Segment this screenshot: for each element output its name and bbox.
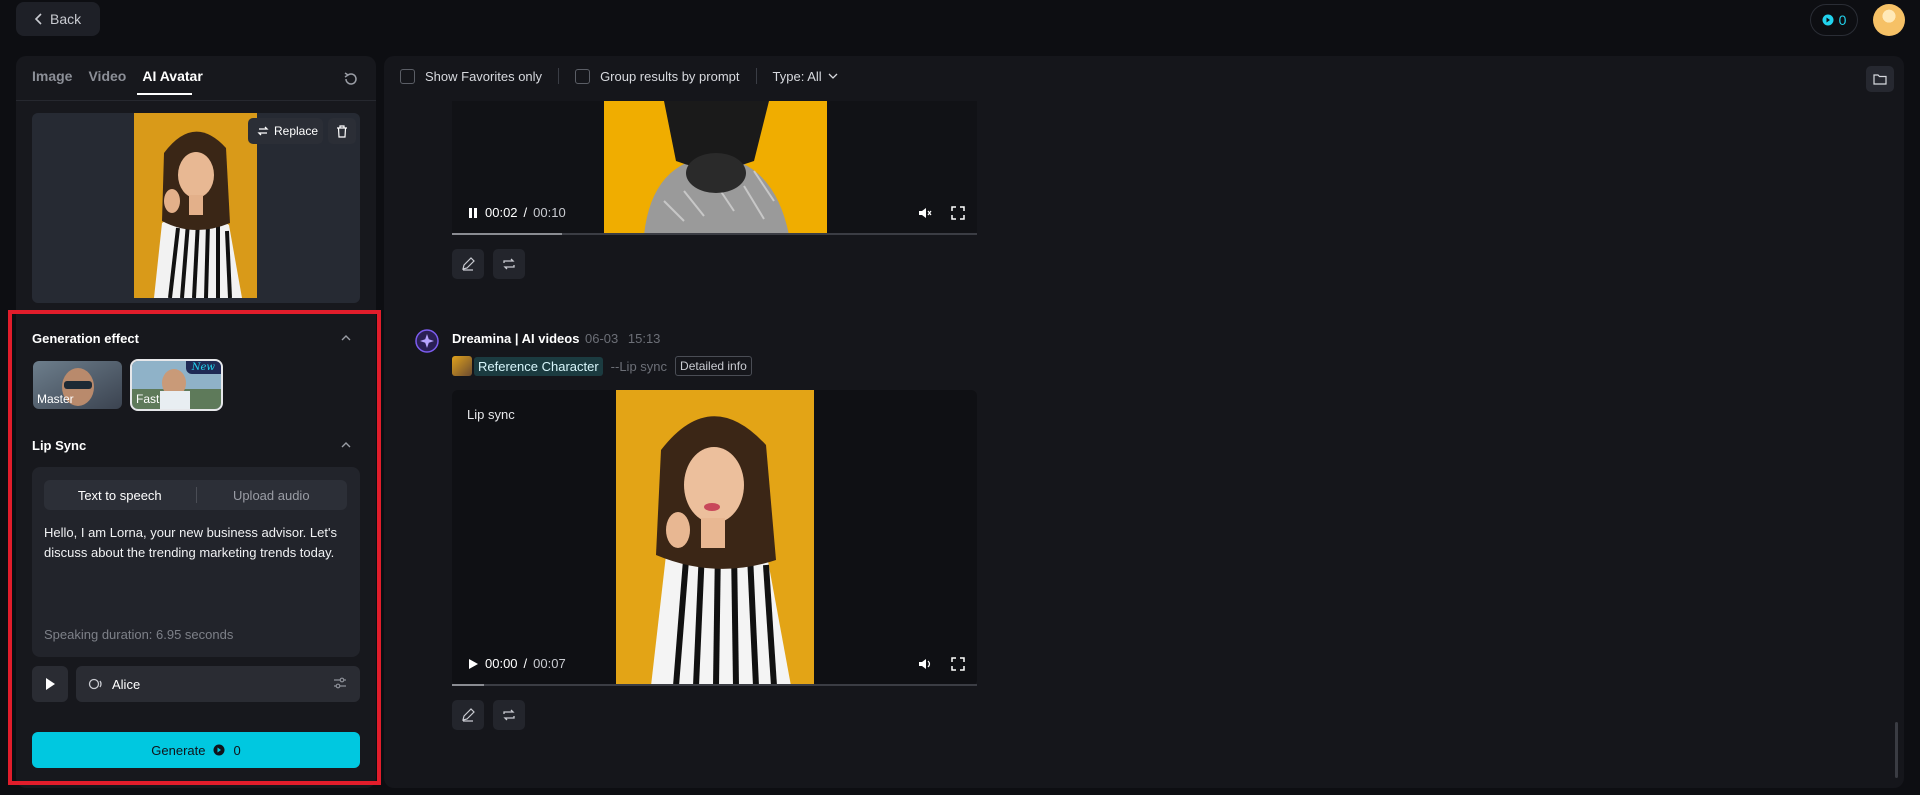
folder-icon [1873, 73, 1887, 85]
pencil-icon [461, 257, 475, 271]
results-scrollbar[interactable] [1895, 722, 1898, 778]
group-checkbox[interactable] [575, 68, 591, 84]
chevron-down-icon[interactable] [828, 72, 838, 80]
new-badge: New [185, 361, 221, 374]
voice-name: Alice [112, 676, 141, 692]
generate-label: Generate [151, 742, 206, 758]
generator-name: Dreamina | AI videos [452, 331, 580, 346]
progress-bar-1[interactable] [452, 233, 977, 235]
favorites-label: Show Favorites only [425, 68, 543, 84]
repeat-icon [502, 257, 516, 271]
folder-button[interactable] [1866, 66, 1894, 92]
credit-coin-icon [213, 744, 225, 756]
video-controls-1: 00:02 / 00:10 [467, 205, 566, 220]
generation-day: 06-03 [585, 331, 619, 346]
progress-fill-2 [452, 684, 484, 686]
total-time: 00:10 [533, 205, 566, 220]
tab-video[interactable]: Video [88, 68, 126, 84]
reference-thumbnail [452, 356, 472, 376]
regenerate-button[interactable] [493, 700, 525, 730]
detailed-info-button[interactable]: Detailed info [675, 356, 752, 376]
filter-bar: Show Favorites only Group results by pro… [400, 68, 838, 84]
generation-time: 15:13 [627, 331, 661, 346]
mode-upload-audio[interactable]: Upload audio [196, 488, 348, 503]
segment-divider [196, 487, 197, 503]
mode-text-to-speech[interactable]: Text to speech [44, 488, 196, 503]
user-avatar[interactable] [1873, 4, 1905, 36]
generate-button[interactable]: Generate 0 [32, 732, 360, 768]
effect-option-fast[interactable]: New Fast [130, 359, 223, 411]
favorites-checkbox[interactable] [400, 68, 415, 84]
effect-option-master[interactable]: Master [33, 361, 122, 409]
dreamina-logo-icon [415, 329, 439, 353]
group-label: Group results by prompt [600, 68, 740, 84]
chevron-up-icon[interactable] [339, 438, 353, 452]
fullscreen-icon[interactable] [951, 657, 965, 671]
credit-coin-icon [1822, 14, 1834, 26]
progress-fill-1 [452, 233, 563, 235]
voice-icon [88, 677, 104, 691]
repeat-icon [502, 708, 516, 722]
effect-label: Fast [136, 392, 160, 406]
play-icon [44, 677, 56, 691]
pencil-icon [461, 708, 475, 722]
tab-ai-avatar[interactable]: AI Avatar [142, 68, 202, 84]
edit-button[interactable] [452, 700, 484, 730]
current-time: 00:02 [485, 205, 518, 220]
time-separator: / [523, 205, 528, 220]
swap-icon [257, 125, 269, 137]
effect-label: Master [37, 392, 74, 406]
voice-selector[interactable]: Alice [76, 666, 360, 702]
volume-icon[interactable] [918, 206, 932, 220]
mode-tabs: Image Video AI Avatar [32, 68, 203, 84]
generate-cost: 0 [233, 742, 241, 758]
current-time: 00:00 [485, 656, 518, 671]
back-label: Back [50, 11, 82, 27]
volume-icon[interactable] [918, 657, 932, 671]
tab-image[interactable]: Image [32, 68, 72, 84]
video-controls-2: 00:00 / 00:07 [467, 656, 566, 671]
video-overlay-label: Lip sync [467, 407, 515, 422]
lip-sync-title: Lip Sync [32, 438, 87, 453]
video-frame-1 [604, 101, 827, 235]
play-icon[interactable] [467, 658, 479, 670]
reference-label[interactable]: Reference Character [474, 356, 603, 376]
edit-button[interactable] [452, 249, 484, 279]
reference-mode: --Lip sync [610, 358, 668, 374]
fullscreen-icon[interactable] [951, 206, 965, 220]
filter-divider [755, 68, 757, 84]
avatar-image [134, 113, 257, 298]
total-time: 00:07 [533, 656, 566, 671]
voice-preview-button[interactable] [32, 666, 68, 702]
sliders-icon[interactable] [332, 675, 348, 691]
regenerate-button[interactable] [493, 249, 525, 279]
chevron-left-icon [34, 13, 44, 25]
chevron-up-icon[interactable] [339, 331, 353, 345]
reset-icon[interactable] [342, 70, 360, 88]
back-button[interactable]: Back [16, 2, 100, 36]
replace-button[interactable]: Replace [248, 118, 323, 144]
filter-divider [558, 68, 560, 84]
credits-badge[interactable]: 0 [1810, 4, 1858, 36]
trash-icon [336, 124, 348, 138]
time-separator: / [523, 656, 528, 671]
tab-divider [16, 100, 376, 101]
generation-effect-title: Generation effect [32, 331, 139, 346]
speaking-duration: Speaking duration: 6.95 seconds [44, 627, 234, 642]
credits-count: 0 [1838, 12, 1847, 28]
type-dropdown[interactable]: Type: All [773, 69, 822, 84]
tab-active-indicator [137, 93, 192, 95]
delete-button[interactable] [328, 118, 356, 144]
progress-bar-2[interactable] [452, 684, 977, 686]
reference-tag: Reference Character --Lip sync Detailed … [452, 356, 752, 376]
replace-label: Replace [274, 124, 319, 138]
pause-icon[interactable] [467, 207, 479, 219]
video-frame-2 [616, 390, 814, 686]
generation-date: 06-03 15:13 [585, 331, 660, 346]
speech-textarea[interactable]: Hello, I am Lorna, your new business adv… [44, 523, 349, 563]
